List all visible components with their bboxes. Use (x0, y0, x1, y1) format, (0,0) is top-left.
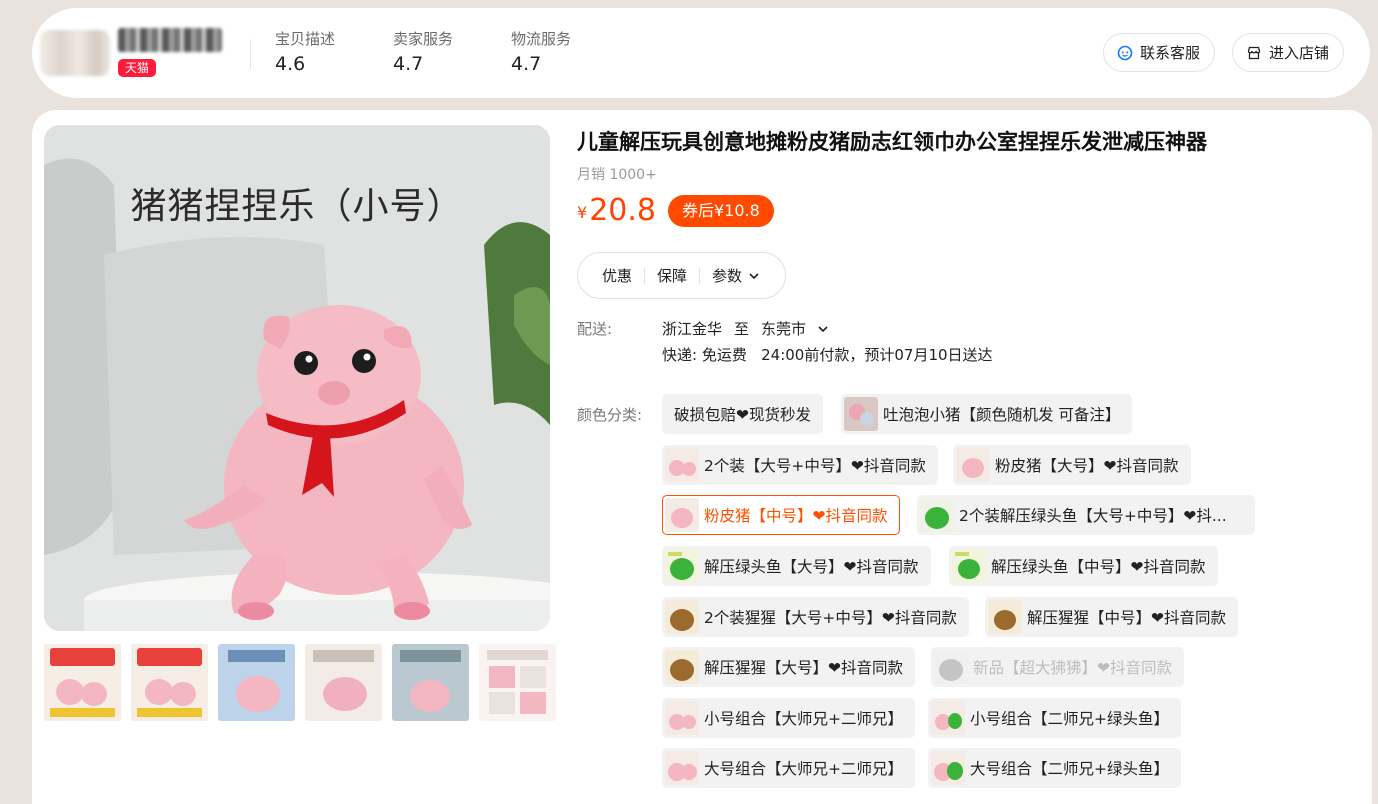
thumbnail-strip (44, 644, 556, 721)
enter-shop-button[interactable]: 进入店铺 (1232, 33, 1345, 72)
sku-thumbnail (920, 498, 954, 532)
thumbnail-4[interactable] (305, 644, 382, 721)
shop-logo[interactable] (40, 30, 110, 76)
sku-thumbnail (665, 751, 699, 785)
sku-option-label: 新品【超大狒狒】❤抖音同款 (973, 659, 1172, 677)
score-seller-service: 卖家服务 4.7 (393, 28, 453, 75)
sku-thumbnail (952, 549, 986, 583)
tab-params-label: 参数 (712, 267, 743, 285)
info-tabs: 优惠 保障 参数 (577, 252, 787, 299)
chevron-down-icon (749, 272, 759, 279)
price-value: 20.8 (589, 193, 656, 228)
delivery-express-info: 快递: 免运费 24:00前付款，预计07月10日送达 (662, 346, 993, 364)
sku-option-label: 2个装猩猩【大号+中号】❤抖音同款 (704, 609, 957, 627)
sku-option[interactable]: 吐泡泡小猪【颜色随机发 可备注】 (841, 394, 1133, 434)
sku-option-label: 小号组合【二师兄+绿头鱼】 (970, 710, 1169, 728)
store-icon (1245, 44, 1263, 62)
tmall-badge: 天猫 (118, 59, 157, 77)
product-card: 猪猪捏捏乐（小号） 儿童解压玩具创意地摊粉皮猪励志红领巾办公室捏捏乐发泄减压神器… (32, 110, 1372, 804)
sku-option-label: 粉皮猪【大号】❤抖音同款 (995, 457, 1179, 475)
sku-thumbnail (931, 701, 965, 735)
delivery-to: 东莞市 (761, 320, 807, 338)
sku-thumbnail (665, 498, 699, 532)
coupon-price-badge[interactable]: 券后¥10.8 (667, 195, 774, 227)
delivery-label: 配送: (577, 320, 613, 338)
sku-option[interactable]: 小号组合【大师兄+二师兄】 (662, 698, 915, 738)
sku-option[interactable]: 大号组合【大师兄+二师兄】 (662, 748, 915, 788)
thumbnail-1[interactable] (44, 644, 121, 721)
sku-thumbnail (988, 600, 1022, 634)
price-currency: ¥ (577, 203, 588, 222)
sku-thumbnail (665, 448, 699, 482)
sku-option-label: 破损包赔❤现货秒发 (674, 406, 811, 424)
sku-thumbnail (931, 751, 965, 785)
sku-thumbnail (665, 650, 699, 684)
thumbnail-6[interactable] (479, 644, 556, 721)
delivery-route: 浙江金华 至 东莞市 (662, 318, 830, 339)
sku-option[interactable]: 破损包赔❤现货秒发 (662, 394, 823, 434)
sku-option-label: 粉皮猪【中号】❤抖音同款 (704, 507, 888, 525)
tab-guarantee[interactable]: 保障 (645, 265, 699, 286)
price-row: ¥ 20.8 券后¥10.8 (577, 194, 774, 228)
sku-option[interactable]: 粉皮猪【大号】❤抖音同款 (953, 445, 1191, 485)
sku-option-label: 2个装解压绿头鱼【大号+中号】❤抖... (959, 507, 1227, 525)
sku-option[interactable]: 解压猩猩【大号】❤抖音同款 (662, 647, 915, 687)
sku-option[interactable]: 解压绿头鱼【大号】❤抖音同款 (662, 546, 931, 586)
sku-option-label: 解压猩猩【中号】❤抖音同款 (1027, 609, 1226, 627)
shop-header: 天猫 宝贝描述 4.6 卖家服务 4.7 物流服务 4.7 联系客服 进入店铺 (32, 8, 1370, 98)
thumbnail-3[interactable] (218, 644, 295, 721)
sku-label: 颜色分类: (577, 406, 643, 424)
score-description: 宝贝描述 4.6 (275, 28, 335, 75)
sku-option-label: 大号组合【二师兄+绿头鱼】 (970, 760, 1169, 778)
sku-option[interactable]: 解压猩猩【中号】❤抖音同款 (985, 597, 1238, 637)
sku-option[interactable]: 大号组合【二师兄+绿头鱼】 (928, 748, 1181, 788)
contact-service-button[interactable]: 联系客服 (1103, 33, 1216, 72)
score-value: 4.6 (275, 53, 306, 75)
sku-thumbnail (665, 701, 699, 735)
sku-option-label: 吐泡泡小猪【颜色随机发 可备注】 (883, 406, 1121, 424)
chat-bubble-icon (1116, 44, 1134, 62)
sku-option-label: 大号组合【大师兄+二师兄】 (704, 760, 903, 778)
sku-option-label: 解压绿头鱼【大号】❤抖音同款 (704, 558, 919, 576)
monthly-sales: 月销 1000+ (577, 167, 657, 183)
sku-option-disabled: 新品【超大狒狒】❤抖音同款 (931, 647, 1184, 687)
chevron-down-icon (818, 325, 828, 332)
tab-params[interactable]: 参数 (700, 265, 773, 286)
product-main-image[interactable]: 猪猪捏捏乐（小号） (44, 125, 550, 631)
score-value: 4.7 (511, 53, 542, 75)
sku-option-selected[interactable]: 粉皮猪【中号】❤抖音同款 (662, 495, 900, 535)
sku-thumbnail (665, 600, 699, 634)
sku-option[interactable]: 小号组合【二师兄+绿头鱼】 (928, 698, 1181, 738)
sku-option[interactable]: 解压绿头鱼【中号】❤抖音同款 (949, 546, 1218, 586)
product-title: 儿童解压玩具创意地摊粉皮猪励志红领巾办公室捏捏乐发泄减压神器 (577, 130, 1207, 154)
delivery-destination[interactable]: 东莞市 (761, 318, 830, 339)
shop-name-blurred[interactable] (118, 28, 222, 52)
thumbnail-2[interactable] (131, 644, 208, 721)
score-logistics: 物流服务 4.7 (511, 28, 571, 75)
tab-discount[interactable]: 优惠 (590, 265, 644, 286)
sku-option-label: 解压猩猩【大号】❤抖音同款 (704, 659, 903, 677)
shop-divider (250, 39, 251, 69)
thumbnail-5[interactable] (392, 644, 469, 721)
sku-thumbnail (956, 448, 990, 482)
sku-thumbnail (844, 397, 878, 431)
sku-option[interactable]: 2个装猩猩【大号+中号】❤抖音同款 (662, 597, 969, 637)
delivery-from: 浙江金华 (662, 320, 723, 338)
sku-option[interactable]: 2个装【大号+中号】❤抖音同款 (662, 445, 938, 485)
score-label: 卖家服务 (393, 30, 454, 48)
sku-option-label: 2个装【大号+中号】❤抖音同款 (704, 457, 926, 475)
main-image-caption: 猪猪捏捏乐（小号） (130, 186, 464, 227)
score-value: 4.7 (393, 53, 424, 75)
score-label: 宝贝描述 (275, 30, 336, 48)
enter-shop-label: 进入店铺 (1269, 44, 1330, 62)
sku-option-label: 小号组合【大师兄+二师兄】 (704, 710, 903, 728)
delivery-to-word: 至 (734, 320, 750, 338)
sku-option[interactable]: 2个装解压绿头鱼【大号+中号】❤抖... (917, 495, 1255, 535)
sku-thumbnail (934, 650, 968, 684)
score-label: 物流服务 (511, 30, 572, 48)
sku-option-label: 解压绿头鱼【中号】❤抖音同款 (991, 558, 1206, 576)
contact-service-label: 联系客服 (1140, 44, 1201, 62)
sku-thumbnail (665, 549, 699, 583)
